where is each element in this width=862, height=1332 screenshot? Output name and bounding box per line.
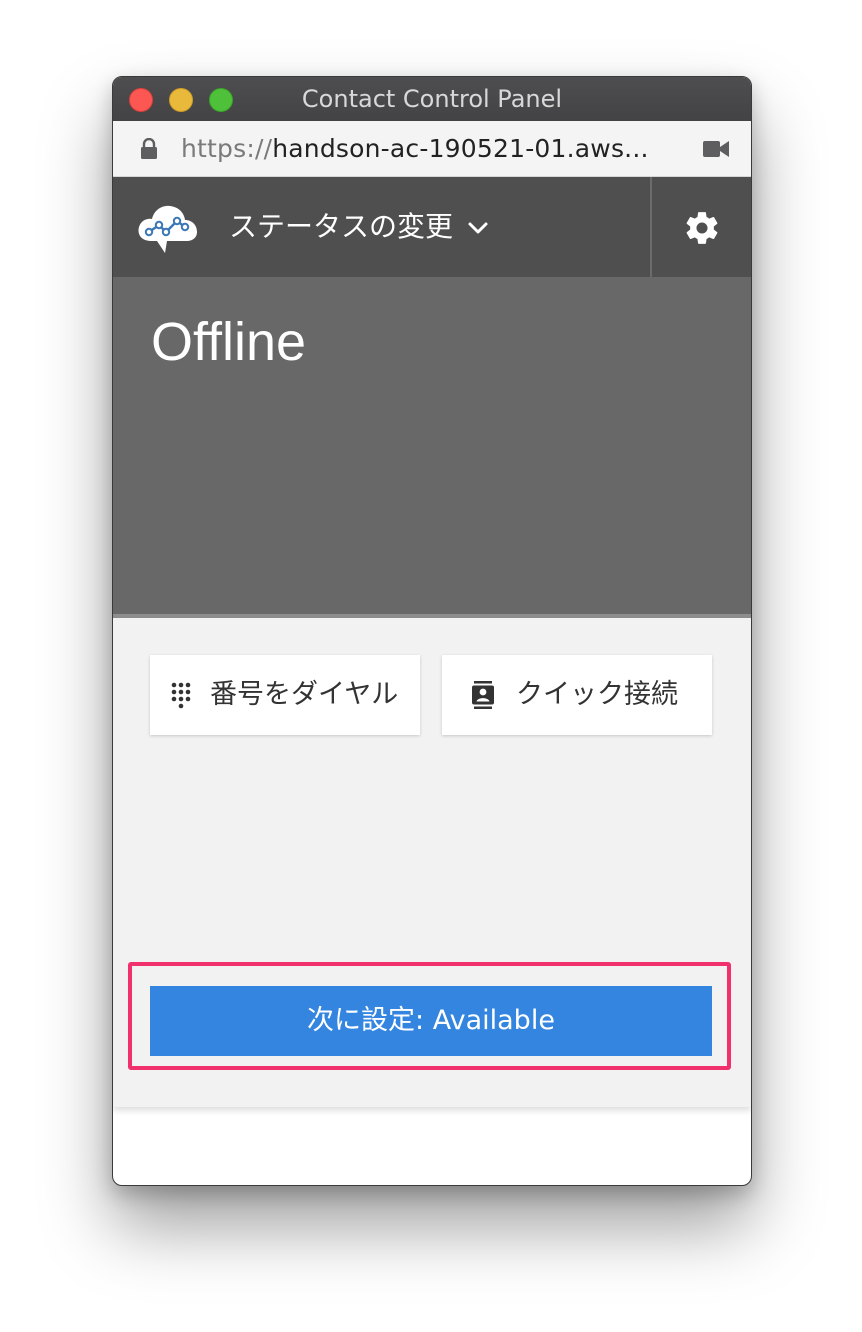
agent-status-label: Offline: [151, 312, 307, 372]
address-bar: https://handson-ac-190521-01.aws...: [113, 121, 751, 177]
change-status-dropdown[interactable]: ステータスの変更: [229, 207, 489, 247]
window-title: Contact Control Panel: [301, 85, 563, 113]
chevron-down-icon: [468, 222, 488, 234]
contact-book-icon: [472, 681, 494, 709]
change-status-label: ステータスの変更: [229, 210, 454, 243]
dial-number-label: 番号をダイヤル: [210, 679, 399, 710]
agent-status-panel: Offline: [113, 277, 751, 618]
header-divider: [650, 177, 652, 277]
camera-icon[interactable]: [703, 140, 729, 158]
ccp-header: ステータスの変更: [113, 177, 751, 277]
actions-area: 番号をダイヤル クイック接続 次に設定: Available: [113, 618, 751, 1107]
set-next-status-button[interactable]: 次に設定: Available: [150, 986, 712, 1056]
url-scheme: https://: [181, 134, 273, 163]
url-text: https://handson-ac-190521-01.aws...: [181, 121, 649, 176]
dial-number-button[interactable]: 番号をダイヤル: [150, 655, 420, 735]
quick-connect-label: クイック接続: [516, 679, 678, 710]
ccp-window: Contact Control Panel https://handson-ac…: [112, 76, 752, 1186]
lock-icon: [141, 138, 157, 159]
amazon-connect-logo-icon: [138, 205, 197, 253]
url-host: handson-ac-190521-01.aws...: [272, 134, 649, 163]
quick-connect-button[interactable]: クイック接続: [442, 655, 712, 735]
dialpad-icon: [171, 682, 191, 709]
gear-icon[interactable]: [683, 209, 721, 247]
title-bar[interactable]: Contact Control Panel: [113, 77, 751, 122]
